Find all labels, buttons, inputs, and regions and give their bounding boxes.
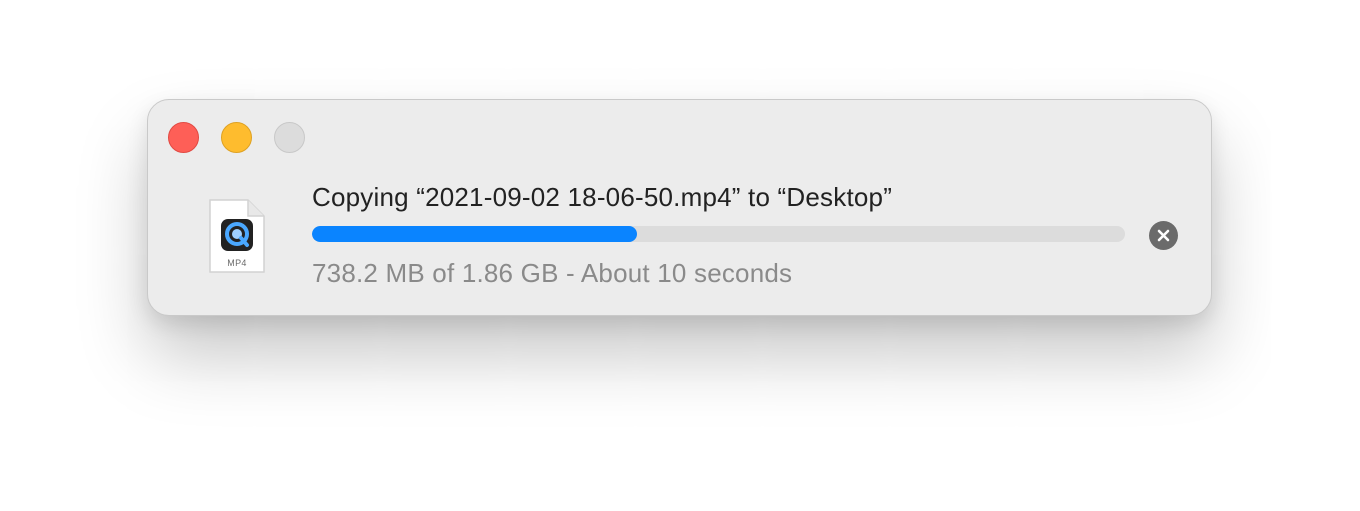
file-extension-label: MP4 [227, 258, 247, 268]
copy-progress-bar [312, 226, 1125, 242]
minimize-window-button[interactable] [221, 122, 252, 153]
copy-status: 738.2 MB of 1.86 GB - About 10 seconds [312, 258, 793, 288]
progress-fill [312, 226, 638, 242]
copy-title: Copying “2021-09-02 18-06-50.mp4” to “De… [312, 182, 893, 212]
zoom-window-button[interactable] [274, 122, 305, 153]
close-window-button[interactable] [168, 122, 199, 153]
stop-copy-button[interactable] [1149, 221, 1178, 250]
quicktime-file-icon: MP4 [208, 198, 266, 274]
stop-x-icon [1157, 229, 1170, 242]
copy-progress-window: MP4 Copying “2021-09-02 18-06-50.mp4” to… [147, 99, 1212, 316]
